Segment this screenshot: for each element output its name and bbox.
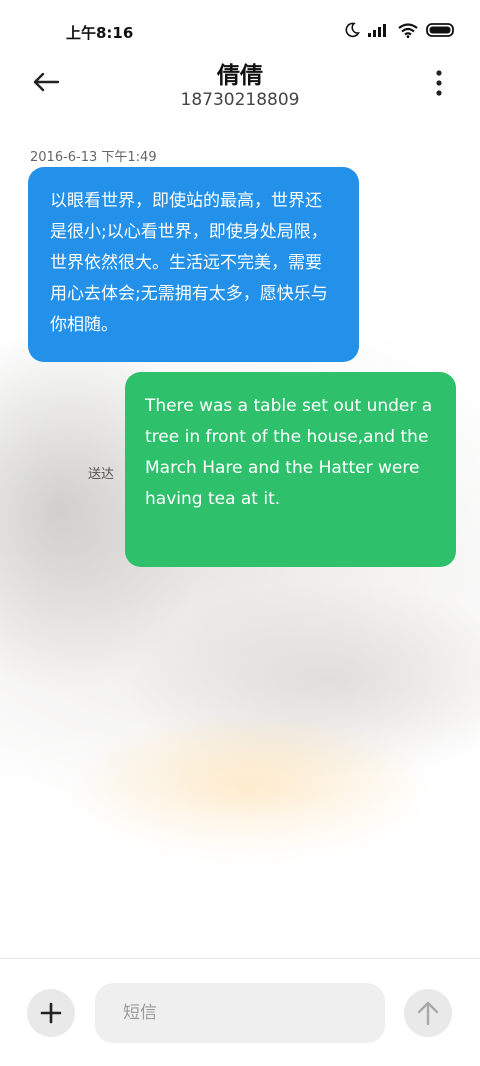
more-vertical-icon [436,70,442,96]
add-attachment-button[interactable] [27,989,75,1037]
signal-icon [368,24,386,37]
contact-number: 18730218809 [180,90,300,110]
incoming-message-bubble[interactable]: 以眼看世界，即使站的最高，世界还是很小;以心看世界，即使身处局限，世界依然很大。… [28,167,359,362]
composer-divider [0,958,480,959]
status-time: 上午8:16 [66,24,134,42]
moon-icon [345,22,360,38]
plus-icon [40,1002,62,1024]
delivery-status: 送达 [88,467,115,482]
background-fade [0,720,480,920]
message-input[interactable] [95,983,385,1043]
wifi-icon [398,22,418,38]
battery-icon [426,23,454,37]
send-button[interactable] [404,989,452,1037]
message-input-container[interactable] [95,983,385,1043]
more-options-button[interactable] [434,68,444,98]
outgoing-message-bubble[interactable]: There was a table set out under a tree i… [125,372,456,567]
status-icons [344,22,456,38]
conversation-header: 倩倩 18730218809 [0,56,480,116]
contact-name: 倩倩 [217,63,263,89]
status-bar: 上午8:16 [0,0,480,60]
arrow-up-icon [417,1001,439,1026]
message-timestamp: 2016-6-13 下午1:49 [30,150,157,165]
